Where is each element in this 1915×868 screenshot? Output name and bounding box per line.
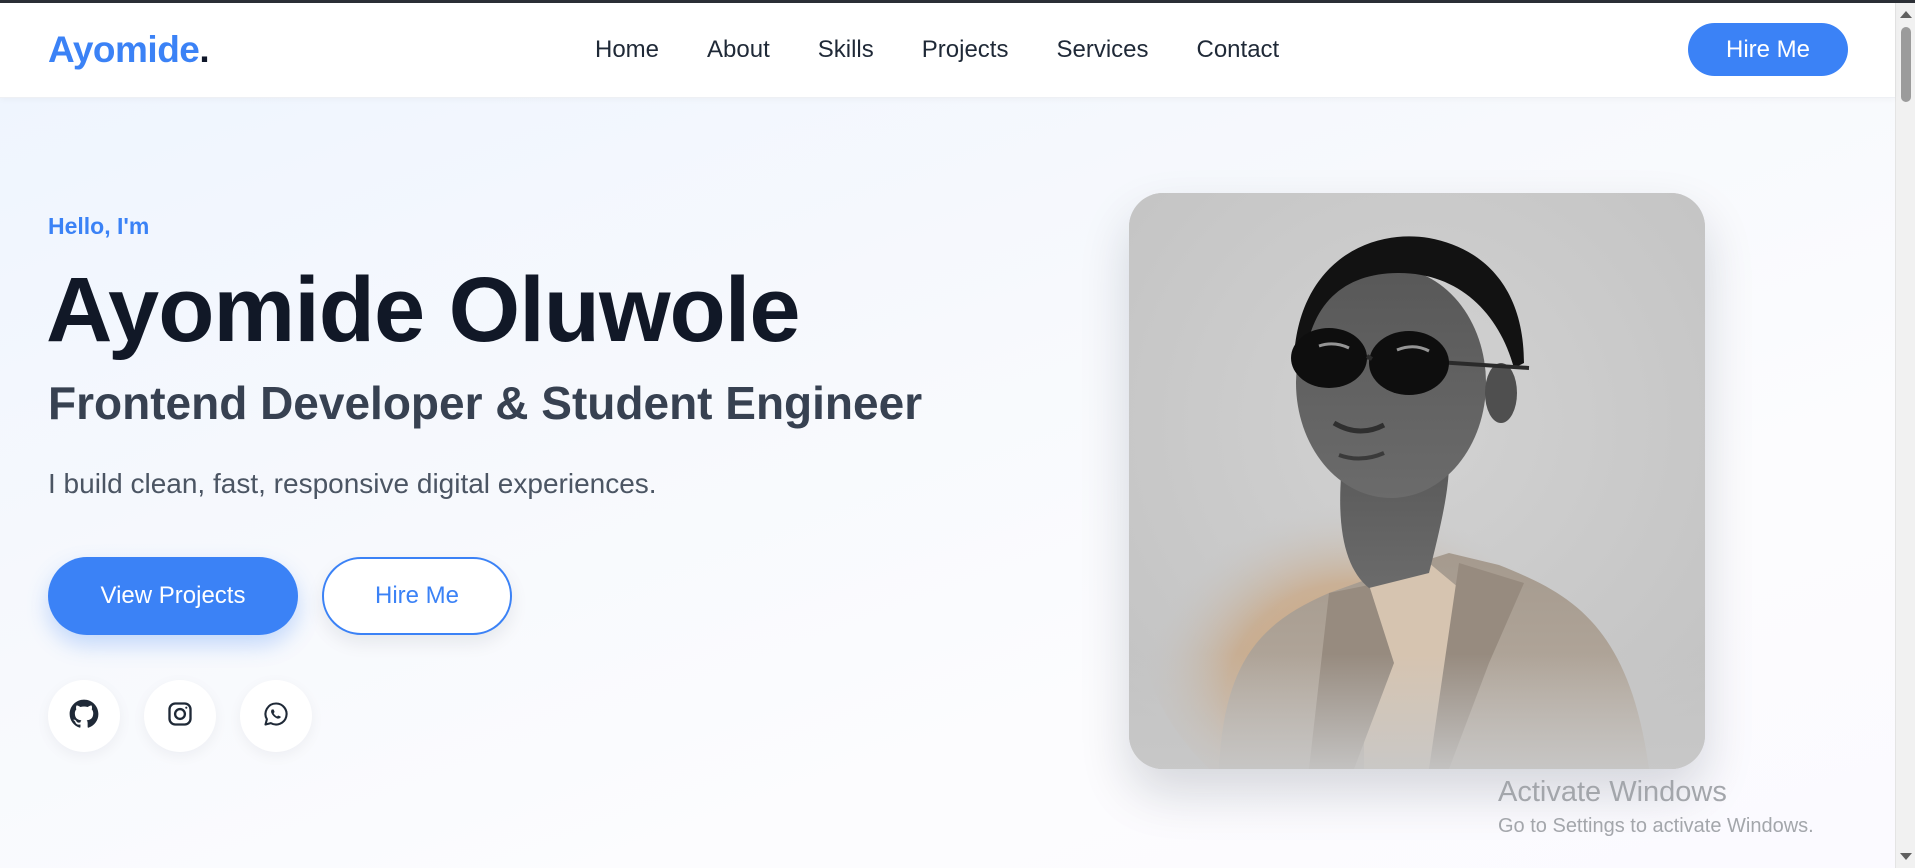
nav-hire-me-button[interactable]: Hire Me xyxy=(1688,23,1848,76)
logo[interactable]: Ayomide. xyxy=(48,29,210,71)
nav-link-contact[interactable]: Contact xyxy=(1197,36,1280,64)
github-link[interactable] xyxy=(48,680,120,752)
nav-links: Home About Skills Projects Services Cont… xyxy=(595,3,1327,97)
nav-link-home[interactable]: Home xyxy=(595,36,659,64)
windows-activation-watermark: Activate Windows Go to Settings to activ… xyxy=(1498,776,1814,838)
nav-link-about[interactable]: About xyxy=(707,36,770,64)
nav-link-services[interactable]: Services xyxy=(1056,36,1148,64)
hero-section: Hello, I'm Ayomide Oluwole Frontend Deve… xyxy=(0,98,1895,868)
view-projects-button[interactable]: View Projects xyxy=(48,557,298,635)
watermark-title: Activate Windows xyxy=(1498,776,1727,808)
profile-photo xyxy=(1129,193,1705,769)
instagram-link[interactable] xyxy=(144,680,216,752)
hero-name: Ayomide Oluwole xyxy=(46,259,800,361)
hero-greeting: Hello, I'm xyxy=(48,213,150,239)
whatsapp-icon xyxy=(262,700,290,733)
hero-hire-me-button[interactable]: Hire Me xyxy=(322,557,512,635)
hero-tagline: I build clean, fast, responsive digital … xyxy=(48,468,657,499)
scroll-down-arrow-icon[interactable] xyxy=(1900,853,1912,860)
navbar: Ayomide. Home About Skills Projects Serv… xyxy=(0,3,1895,98)
watermark-subtitle: Go to Settings to activate Windows. xyxy=(1498,815,1814,837)
logo-text: Ayomide xyxy=(48,29,200,70)
vertical-scrollbar[interactable] xyxy=(1895,3,1915,868)
nav-link-projects[interactable]: Projects xyxy=(922,36,1009,64)
github-icon xyxy=(69,699,99,734)
instagram-icon xyxy=(166,700,194,733)
scroll-thumb[interactable] xyxy=(1901,27,1911,102)
whatsapp-link[interactable] xyxy=(240,680,312,752)
scroll-up-arrow-icon[interactable] xyxy=(1900,11,1912,18)
logo-dot: . xyxy=(199,29,210,70)
nav-link-skills[interactable]: Skills xyxy=(818,36,874,64)
hero-role: Frontend Developer & Student Engineer xyxy=(48,377,923,429)
